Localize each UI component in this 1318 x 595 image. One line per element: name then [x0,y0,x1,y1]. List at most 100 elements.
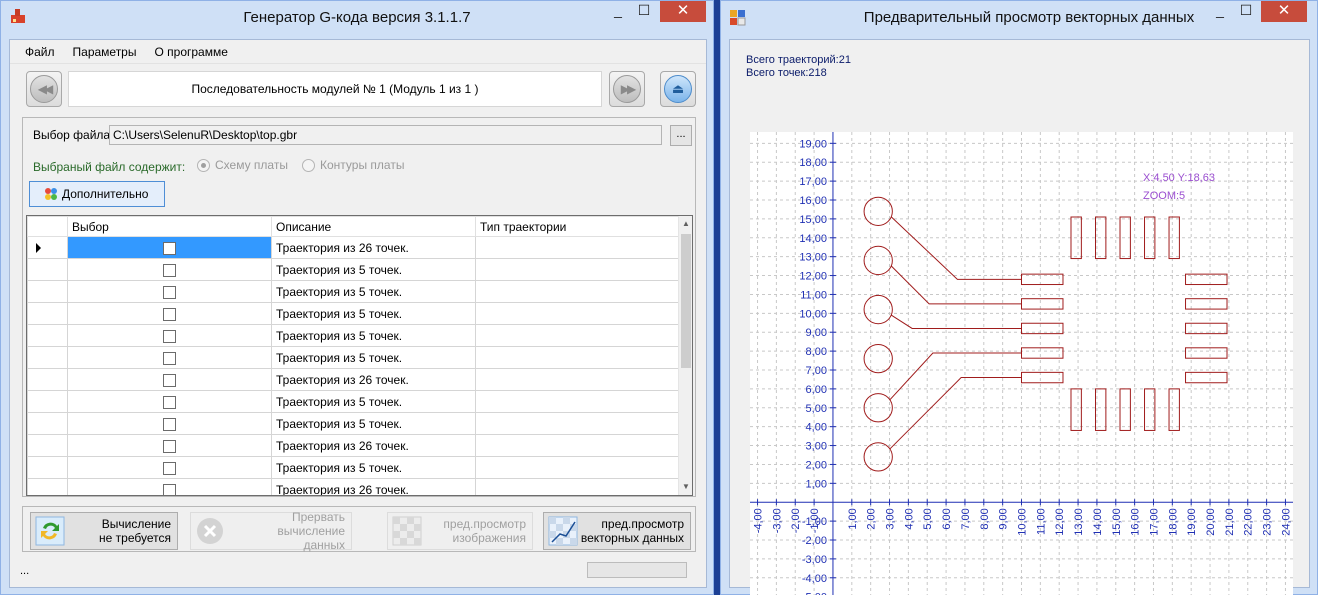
close-button[interactable]: ✕ [660,1,706,22]
advanced-button[interactable]: Дополнительно [29,181,165,207]
calc-not-required-button[interactable]: Вычисление не требуется [30,512,178,550]
y-tick-label: 17,00 [799,176,827,188]
gcode-generator-window: Генератор G-кода версия 3.1.1.7 _ ☐ ✕ Фа… [0,0,714,595]
abort-calc-button[interactable]: Прервать вычисление данных [190,510,352,552]
row-header[interactable] [27,324,68,347]
select-checkbox[interactable] [163,439,176,453]
radio-dot [302,158,315,172]
row-header[interactable] [27,412,68,435]
scroll-down-icon[interactable]: ▼ [679,479,692,495]
select-cell[interactable] [67,346,272,369]
select-checkbox[interactable] [163,307,176,321]
select-cell[interactable] [67,258,272,281]
row-header[interactable] [27,478,68,495]
table-row[interactable]: Траектория из 26 точек. [27,236,680,259]
col-select-header[interactable]: Выбор [67,216,272,237]
row-header[interactable] [27,302,68,325]
color-dots-icon [45,188,57,200]
trace-path [891,265,1022,305]
select-checkbox[interactable] [163,329,176,343]
select-checkbox[interactable] [163,395,176,409]
select-checkbox[interactable] [163,263,176,277]
table-row[interactable]: Траектория из 5 точек. [27,390,680,413]
minimize-button[interactable]: _ [605,1,631,22]
browse-button[interactable]: ... [670,125,692,146]
select-checkbox[interactable] [163,351,176,365]
vector-preview-button[interactable]: пред.просмотр векторных данных [543,512,691,550]
prev-module-button[interactable]: ◀◀ [26,71,62,107]
x-tick-label: -3,00 [771,508,783,533]
row-header[interactable] [27,434,68,457]
type-cell [475,346,680,369]
radio-contours[interactable]: Контуры платы [302,158,404,172]
table-row[interactable]: Траектория из 26 точек. [27,368,680,391]
radio-schematic[interactable]: Схему платы [197,158,288,172]
select-cell[interactable] [67,236,272,259]
table-row[interactable]: Траектория из 26 точек. [27,478,680,495]
maximize-button[interactable]: ☐ [1233,1,1259,22]
scroll-thumb[interactable] [681,234,691,368]
select-checkbox[interactable] [163,417,176,431]
select-cell[interactable] [67,302,272,325]
table-row[interactable]: Траектория из 5 точек. [27,324,680,347]
vector-plot-area[interactable]: 19,00 18,00 17,00 16,00 15,00 14,00 13,00 12,00… [750,132,1293,595]
menu-about[interactable]: О программе [145,45,236,59]
table-row[interactable]: Траектория из 5 точек. [27,412,680,435]
round-pad [863,442,893,472]
eject-button[interactable]: ⏏ [660,71,696,107]
description-cell: Траектория из 5 точек. [271,412,476,435]
smd-pad-horizontal [1185,371,1228,384]
close-button[interactable]: ✕ [1261,1,1307,22]
row-header[interactable] [27,368,68,391]
maximize-button[interactable]: ☐ [631,1,657,22]
smd-pad-horizontal [1185,347,1228,359]
row-header[interactable] [27,236,68,259]
table-row[interactable]: Траектория из 5 точек. [27,346,680,369]
description-cell: Траектория из 5 точек. [271,280,476,303]
table-row[interactable]: Траектория из 5 точек. [27,456,680,479]
trace-path [889,377,1022,450]
select-cell[interactable] [67,280,272,303]
menu-file[interactable]: Файл [16,45,64,59]
radio-dot [197,158,210,172]
select-checkbox[interactable] [163,461,176,475]
select-cell[interactable] [67,434,272,457]
select-cell[interactable] [67,368,272,391]
select-cell[interactable] [67,390,272,413]
row-header[interactable] [27,456,68,479]
description-cell: Траектория из 26 точек. [271,434,476,457]
right-titlebar[interactable]: Предварительный просмотр векторных данны… [721,1,1317,31]
file-path-input[interactable] [109,125,662,145]
select-cell[interactable] [67,478,272,495]
next-module-button[interactable]: ▶▶ [609,71,645,107]
description-cell: Траектория из 26 точек. [271,478,476,495]
row-header[interactable] [27,390,68,413]
select-checkbox[interactable] [163,483,176,495]
row-header[interactable] [27,346,68,369]
select-cell[interactable] [67,456,272,479]
row-header[interactable] [27,280,68,303]
select-checkbox[interactable] [163,373,176,387]
row-header[interactable] [27,258,68,281]
description-cell: Траектория из 26 точек. [271,236,476,259]
vector-plot[interactable]: 19,00 18,00 17,00 16,00 15,00 14,00 13,00 12,00… [750,132,1293,595]
select-cell[interactable] [67,324,272,347]
table-row[interactable]: Траектория из 5 точек. [27,302,680,325]
table-row[interactable]: Траектория из 26 точек. [27,434,680,457]
menu-parameters[interactable]: Параметры [64,45,146,59]
select-cell[interactable] [67,412,272,435]
grid-vertical-scrollbar[interactable]: ▲ ▼ [678,216,692,495]
minimize-button[interactable]: _ [1207,1,1233,22]
image-preview-button[interactable]: пред.просмотр изображения [387,512,533,550]
select-checkbox[interactable] [163,241,176,255]
table-row[interactable]: Траектория из 5 точек. [27,280,680,303]
type-cell [475,324,680,347]
table-row[interactable]: Траектория из 5 точек. [27,258,680,281]
scroll-up-icon[interactable]: ▲ [679,216,692,232]
x-tick-label: 9,00 [998,508,1010,529]
col-type-header[interactable]: Тип траектории [475,216,680,237]
col-description-header[interactable]: Описание [271,216,476,237]
select-checkbox[interactable] [163,285,176,299]
left-titlebar[interactable]: Генератор G-кода версия 3.1.1.7 _ ☐ ✕ [1,1,713,31]
type-cell [475,280,680,303]
